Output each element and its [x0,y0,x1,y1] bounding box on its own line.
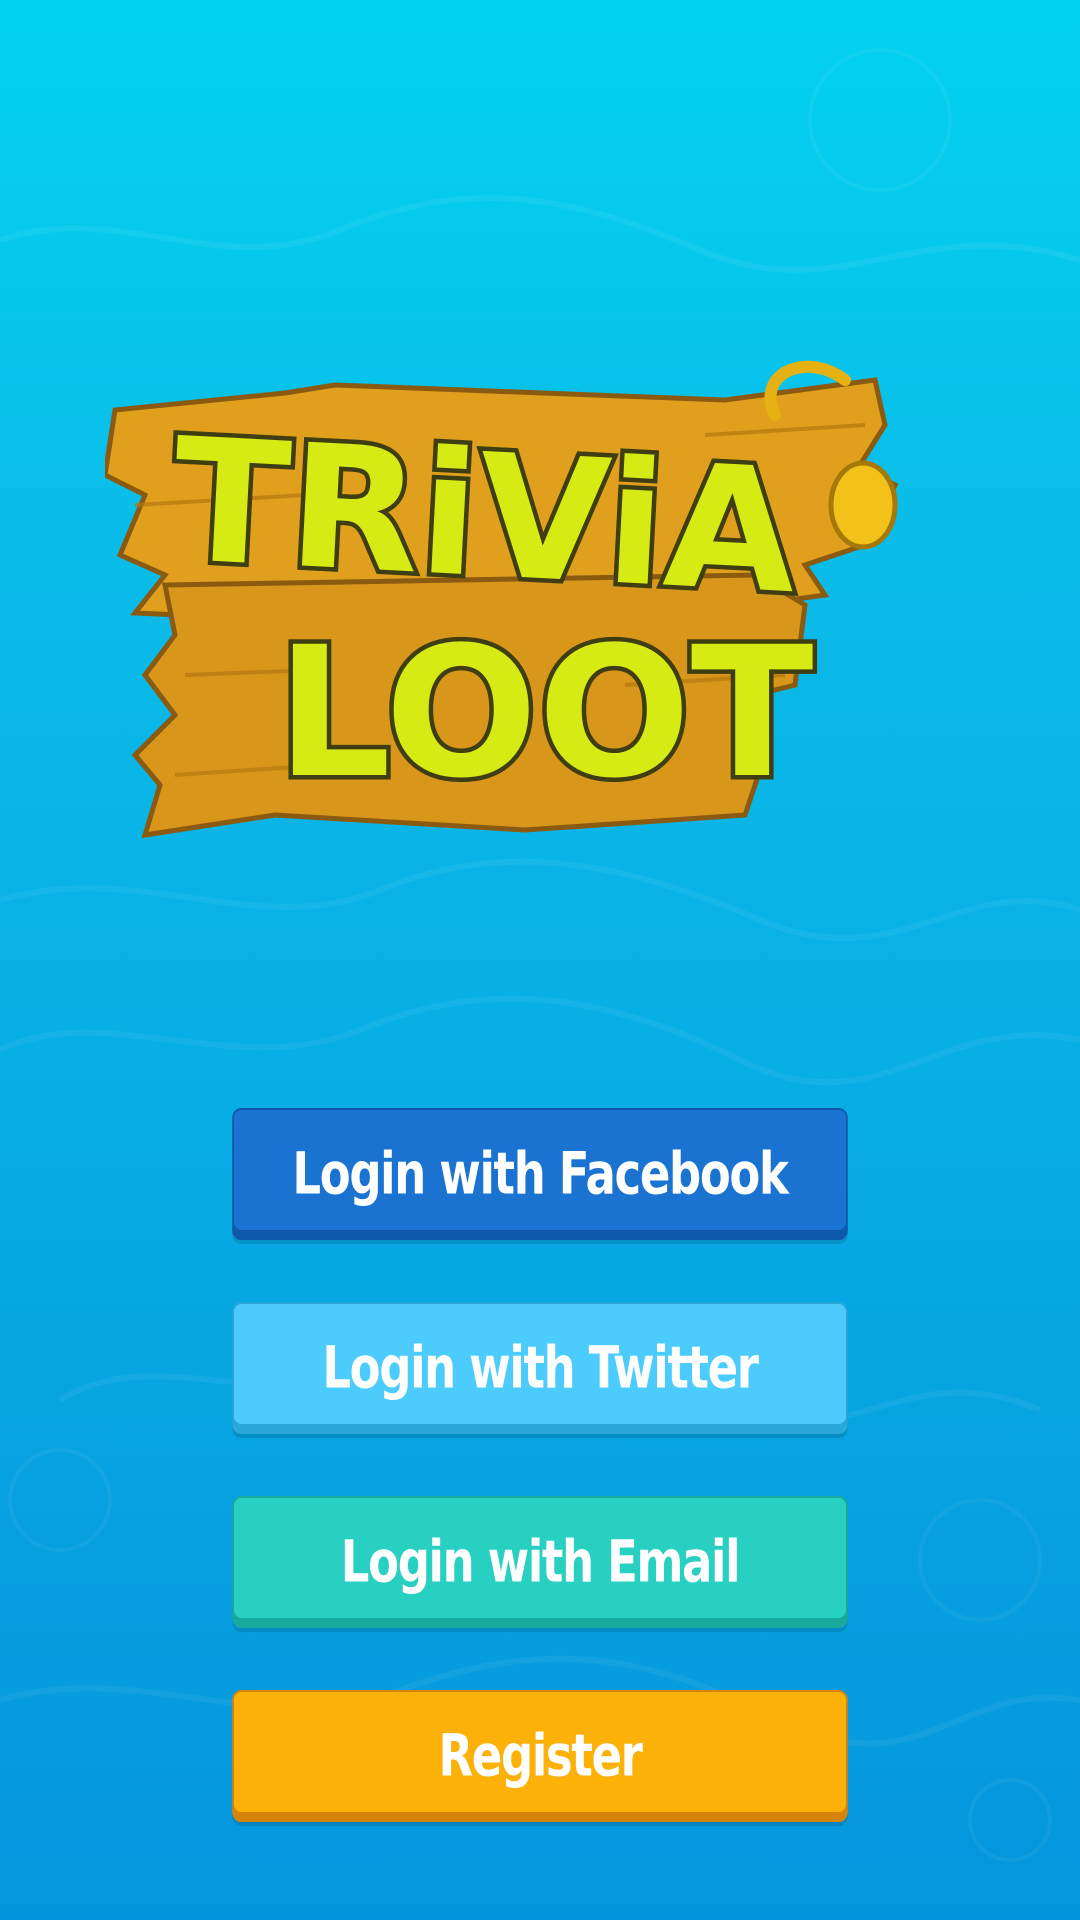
login-button-group: Login with Facebook Login with Twitter L… [198,1108,882,1884]
login-facebook-label: Login with Facebook [292,1140,788,1208]
login-twitter-label: Login with Twitter [322,1334,759,1402]
login-email-button[interactable]: Login with Email [232,1496,848,1628]
login-email-label: Login with Email [340,1528,741,1596]
logo-line-2: LOOT [276,609,813,818]
login-twitter-button[interactable]: Login with Twitter [232,1302,848,1434]
register-label: Register [438,1722,642,1790]
logo-line-1: TRiViA [168,402,801,632]
register-button[interactable]: Register [232,1690,848,1822]
login-facebook-button[interactable]: Login with Facebook [232,1108,848,1240]
trivia-loot-logo: TRiViA LOOT [105,360,899,839]
